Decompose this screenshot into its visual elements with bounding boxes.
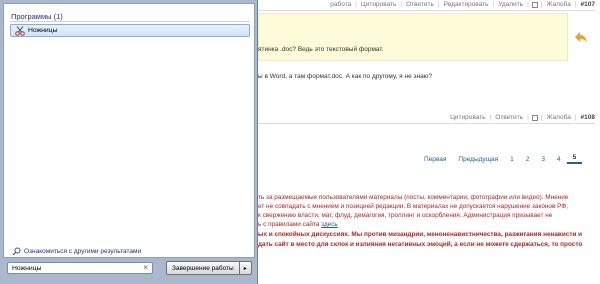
quote-link[interactable]: Цитировать: [446, 114, 490, 121]
report-link[interactable]: Жалоба: [542, 1, 574, 8]
quote-text: ятинка .doc? Ведь это текстовый формат.: [258, 46, 384, 53]
search-value: Ножницы: [12, 264, 42, 272]
post-number[interactable]: #108: [577, 114, 595, 121]
shutdown-options-arrow-icon[interactable]: ▸: [239, 261, 252, 275]
shutdown-button[interactable]: Завершение работы: [166, 261, 240, 275]
shutdown-group: Завершение работы ▸: [166, 261, 252, 275]
post-text: ы в Word, а там формат.doc. А как по дру…: [258, 73, 433, 80]
post-actions-top: работа | Цитировать | Ответить | Редакти…: [258, 0, 595, 9]
divider: [10, 21, 250, 22]
see-more-results-link[interactable]: Ознакомиться с другими результатами: [12, 247, 141, 256]
disclaimer-line: к свержению власти, мат, флуд, демагогия…: [258, 212, 553, 219]
programs-group-header: Программы (1): [11, 12, 63, 21]
edit-link[interactable]: Редактировать: [440, 1, 493, 8]
post-action[interactable]: работа: [326, 1, 355, 8]
disclaimer-line: ть за размещаемые пользователями материа…: [258, 194, 569, 201]
save-icon[interactable]: [531, 1, 538, 8]
post-number[interactable]: #107: [577, 1, 595, 8]
reply-link[interactable]: Ответить: [491, 114, 527, 121]
see-more-label: Ознакомиться с другими результатами: [24, 248, 142, 255]
quote-link[interactable]: Цитировать: [357, 1, 401, 8]
page-first[interactable]: Первая: [418, 156, 452, 163]
result-item-snipping-tool[interactable]: Ножницы: [10, 24, 250, 37]
start-menu: Программы (1) Ножницы Ознакомиться с дру…: [0, 0, 258, 284]
pagination: Первая Предыдущая 1 2 3 4 5: [418, 154, 583, 164]
result-label: Ножницы: [28, 27, 58, 34]
quoted-post: [258, 13, 568, 61]
divider: [258, 10, 595, 11]
clear-search-icon[interactable]: ×: [143, 264, 148, 272]
page-current[interactable]: 5: [566, 154, 583, 164]
post-actions-bottom: Цитировать | Ответить | | Жалоба | #108: [258, 113, 595, 122]
divider: [258, 123, 595, 124]
disclaimer-line: ь с правилами сайта здесь: [258, 221, 338, 228]
reply-arrow-icon[interactable]: [575, 32, 587, 42]
save-icon[interactable]: [531, 114, 538, 121]
reply-link[interactable]: Ответить: [402, 1, 438, 8]
disclaimer-line: ет не совпадать с мнением и позицией ред…: [258, 203, 568, 210]
search-results-panel: Программы (1) Ножницы Ознакомиться с дру…: [3, 3, 255, 258]
search-icon: [12, 247, 21, 256]
start-search-input[interactable]: Ножницы ×: [7, 262, 153, 274]
page-link[interactable]: 3: [535, 156, 551, 163]
scissors-icon: [15, 25, 25, 36]
disclaimer-line: ых и спокойных дискуссиях. Мы против миз…: [258, 231, 583, 238]
page-link[interactable]: 1: [504, 156, 520, 163]
delete-link[interactable]: Удалить: [494, 1, 527, 8]
page-link[interactable]: 4: [551, 156, 567, 163]
rules-link[interactable]: здесь: [321, 221, 338, 228]
report-link[interactable]: Жалоба: [542, 114, 574, 121]
page-prev[interactable]: Предыдущая: [452, 156, 504, 163]
disclaimer-line: дать сайт в место для склок и излияния н…: [258, 241, 583, 248]
disclaimer-text: ь с правилами сайта: [258, 221, 320, 228]
page-link[interactable]: 2: [520, 156, 536, 163]
